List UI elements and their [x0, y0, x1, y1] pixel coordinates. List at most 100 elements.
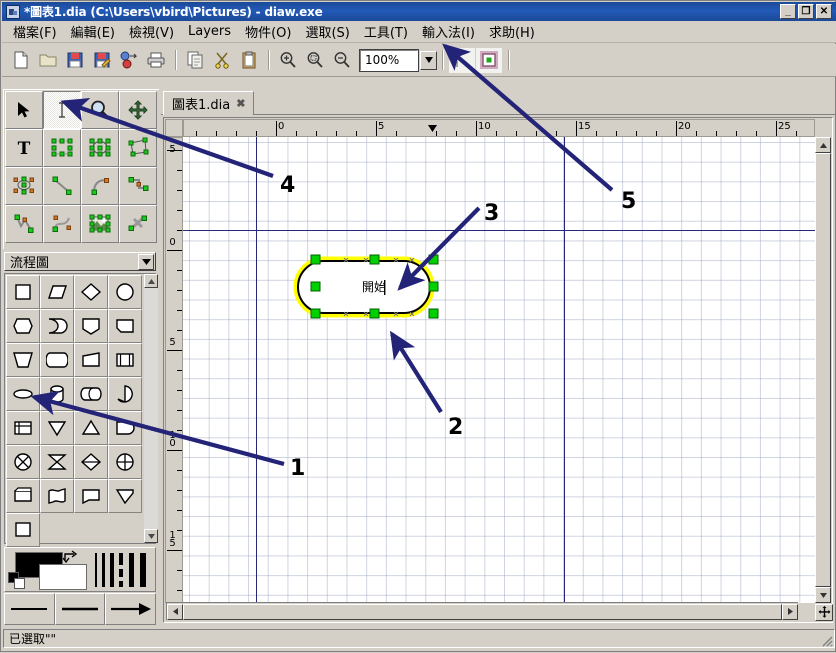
zoom-out-button[interactable] — [329, 48, 355, 73]
shape-collate[interactable] — [6, 445, 40, 479]
shape-transmittal-tape[interactable] — [108, 479, 142, 513]
canvas-horizontal-scrollbar[interactable] — [166, 602, 798, 620]
menu-layers[interactable]: Layers — [181, 21, 238, 42]
menu-view[interactable]: 檢視(V) — [122, 19, 181, 44]
tool-scroll[interactable] — [119, 91, 157, 129]
save-button[interactable] — [62, 48, 88, 73]
minimize-button[interactable]: _ — [780, 4, 796, 19]
tool-box[interactable] — [43, 129, 81, 167]
shape-scroll-track[interactable] — [144, 288, 158, 529]
paste-button[interactable] — [236, 48, 262, 73]
tool-ellipse[interactable] — [81, 129, 119, 167]
scroll-left-button[interactable] — [167, 603, 183, 620]
shape-summing-junction[interactable] — [108, 445, 142, 479]
close-icon[interactable]: ✖ — [236, 97, 245, 110]
menu-edit[interactable]: 編輯(E) — [64, 19, 122, 44]
shape-paper-tape[interactable] — [40, 479, 74, 513]
pan-button[interactable] — [815, 604, 833, 621]
tool-modify[interactable] — [5, 91, 43, 129]
shape-palette-scrollbar[interactable] — [144, 274, 158, 543]
canvas-vertical-scrollbar[interactable] — [815, 137, 831, 603]
tool-magnify[interactable] — [81, 91, 119, 129]
shape-predefined-process[interactable] — [108, 343, 142, 377]
line-start-arrow-button[interactable] — [4, 593, 55, 625]
shape-extract[interactable] — [40, 411, 74, 445]
tool-text[interactable]: T — [5, 129, 43, 167]
shape-input-output[interactable] — [40, 275, 74, 309]
swap-colors-icon[interactable] — [63, 550, 79, 564]
cut-button[interactable] — [209, 48, 235, 73]
print-button[interactable] — [143, 48, 169, 73]
tool-bezierline[interactable] — [43, 205, 81, 243]
tool-line[interactable] — [43, 167, 81, 205]
shape-terminal[interactable] — [6, 377, 40, 411]
selected-shape-terminal[interactable]: 開始 — [289, 247, 459, 339]
menu-help[interactable]: 求助(H) — [482, 19, 542, 44]
shape-magnetic-tape[interactable] — [40, 377, 74, 411]
shape-preparation[interactable] — [6, 309, 40, 343]
shape-manual-input[interactable] — [40, 343, 74, 377]
shape-delay[interactable] — [40, 309, 74, 343]
scroll-right-button[interactable] — [782, 603, 798, 620]
tool-polyline[interactable] — [5, 205, 43, 243]
shape-merge[interactable] — [74, 411, 108, 445]
shape-decision[interactable] — [74, 275, 108, 309]
zoom-in-button[interactable] — [275, 48, 301, 73]
shape-sort[interactable] — [40, 445, 74, 479]
tool-beziergon[interactable] — [5, 167, 43, 205]
shape-magnetic-drum[interactable] — [74, 309, 108, 343]
shape-display[interactable] — [108, 309, 142, 343]
sheet-dropdown-button[interactable] — [138, 253, 154, 270]
tool-arc[interactable] — [81, 167, 119, 205]
new-document-button[interactable] — [8, 48, 34, 73]
tool-outline[interactable] — [119, 205, 157, 243]
shape-scroll-down-button[interactable] — [144, 529, 158, 543]
shape-card[interactable] — [74, 377, 108, 411]
tool-image[interactable] — [81, 205, 119, 243]
resize-grip-icon[interactable] — [819, 633, 833, 647]
shape-internal-storage[interactable] — [6, 411, 40, 445]
save-as-button[interactable] — [89, 48, 115, 73]
shape-process[interactable] — [6, 275, 40, 309]
drawing-canvas[interactable]: 開始 — [183, 137, 815, 603]
zoom-dropdown-button[interactable] — [420, 50, 437, 70]
sheet-selector[interactable]: 流程圖 — [4, 252, 156, 271]
line-style-selector — [4, 593, 157, 625]
open-button[interactable] — [35, 48, 61, 73]
tool-polygon[interactable] — [119, 129, 157, 167]
menu-tools[interactable]: 工具(T) — [357, 19, 415, 44]
line-width-picker-icon[interactable] — [93, 551, 151, 589]
connect-point-button[interactable] — [449, 47, 475, 73]
menu-select[interactable]: 選取(S) — [298, 19, 356, 44]
vertical-scroll-thumb[interactable] — [815, 153, 831, 587]
copy-button[interactable] — [182, 48, 208, 73]
horizontal-scroll-thumb[interactable] — [183, 603, 782, 620]
line-style-button[interactable] — [54, 593, 106, 625]
shape-box[interactable] — [6, 513, 40, 547]
shape-offpage[interactable] — [74, 343, 108, 377]
shape-sort-circle[interactable] — [108, 377, 142, 411]
scroll-up-button[interactable] — [815, 137, 831, 153]
maximize-button[interactable]: ❐ — [798, 4, 814, 19]
line-end-arrow-button[interactable] — [105, 593, 157, 625]
shape-offline-storage[interactable] — [6, 479, 40, 513]
menu-input-method[interactable]: 輸入法(I) — [415, 19, 482, 44]
grid-snap-button[interactable] — [476, 47, 502, 73]
zoom-level-display[interactable]: 100% — [359, 48, 419, 72]
menu-file[interactable]: 檔案(F) — [6, 19, 64, 44]
menu-objects[interactable]: 物件(O) — [238, 19, 298, 44]
shape-comment[interactable] — [74, 479, 108, 513]
close-button[interactable]: ✕ — [816, 4, 832, 19]
background-color-swatch[interactable] — [39, 564, 87, 590]
shape-connector[interactable] — [108, 275, 142, 309]
export-button[interactable] — [116, 48, 142, 73]
shape-document[interactable] — [108, 411, 142, 445]
tool-textedit[interactable] — [43, 91, 81, 129]
tab-diagram1[interactable]: 圖表1.dia ✖ — [163, 91, 255, 115]
tool-zigzagline[interactable] — [119, 167, 157, 205]
scroll-down-button[interactable] — [815, 587, 831, 603]
shape-manual-operation[interactable] — [6, 343, 40, 377]
shape-scroll-up-button[interactable] — [144, 274, 158, 288]
shape-or[interactable] — [74, 445, 108, 479]
zoom-select-button[interactable] — [302, 48, 328, 73]
